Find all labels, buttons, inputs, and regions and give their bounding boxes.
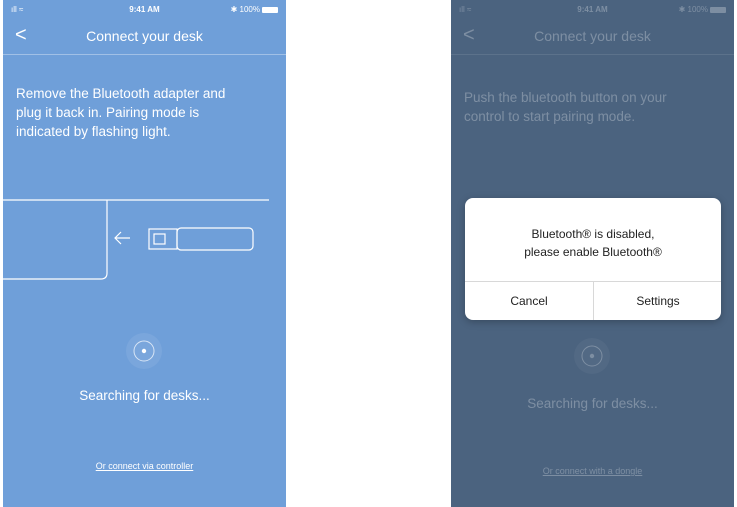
- alert-message: Bluetooth® is disabled, please enable Bl…: [465, 225, 721, 261]
- pairing-instructions: Remove the Bluetooth adapter and plug it…: [16, 86, 226, 139]
- nav-bar: < Connect your desk: [451, 20, 734, 55]
- usb-adapter-illustration: [3, 199, 269, 280]
- battery-label: ✱ 100%: [230, 5, 260, 14]
- battery-icon: [262, 6, 278, 13]
- battery-label: ✱ 100%: [678, 5, 708, 14]
- searching-target-icon: [126, 333, 162, 369]
- page-title: Connect your desk: [86, 28, 203, 44]
- searching-status: Searching for desks...: [527, 396, 658, 411]
- page-title: Connect your desk: [534, 28, 651, 44]
- nav-bar: < Connect your desk: [3, 20, 286, 55]
- status-bar: ıll ≈ 9:41 AM ✱ 100%: [3, 0, 286, 18]
- battery-indicator: ✱ 100%: [231, 5, 278, 14]
- usb-dongle-icon: [176, 227, 254, 251]
- bluetooth-disabled-alert: Bluetooth® is disabled, please enable Bl…: [465, 198, 721, 320]
- arrow-left-icon: [114, 231, 130, 245]
- battery-icon: [710, 6, 726, 13]
- searching-target-icon: [574, 338, 610, 374]
- usb-plug-contact-icon: [153, 233, 166, 245]
- searching-status: Searching for desks...: [79, 388, 210, 403]
- desk-port-icon: [3, 200, 108, 280]
- usb-plug-icon: [148, 228, 178, 250]
- alert-message-line1: Bluetooth® is disabled,: [531, 227, 655, 241]
- battery-indicator: ✱ 100%: [679, 5, 726, 14]
- settings-button[interactable]: Settings: [594, 282, 722, 320]
- pairing-instructions: Push the bluetooth button on your contro…: [464, 90, 667, 124]
- connect-with-dongle-link[interactable]: Or connect with a dongle: [451, 466, 734, 476]
- connect-via-controller-link[interactable]: Or connect via controller: [3, 461, 286, 471]
- alert-message-line2: please enable Bluetooth®: [524, 245, 662, 259]
- connect-desk-screen-adapter: ıll ≈ 9:41 AM ✱ 100% < Connect your desk…: [3, 0, 286, 507]
- connect-desk-screen-bluetooth-disabled: ıll ≈ 9:41 AM ✱ 100% < Connect your desk…: [451, 0, 734, 507]
- status-bar: ıll ≈ 9:41 AM ✱ 100%: [451, 0, 734, 18]
- cancel-button[interactable]: Cancel: [465, 282, 593, 320]
